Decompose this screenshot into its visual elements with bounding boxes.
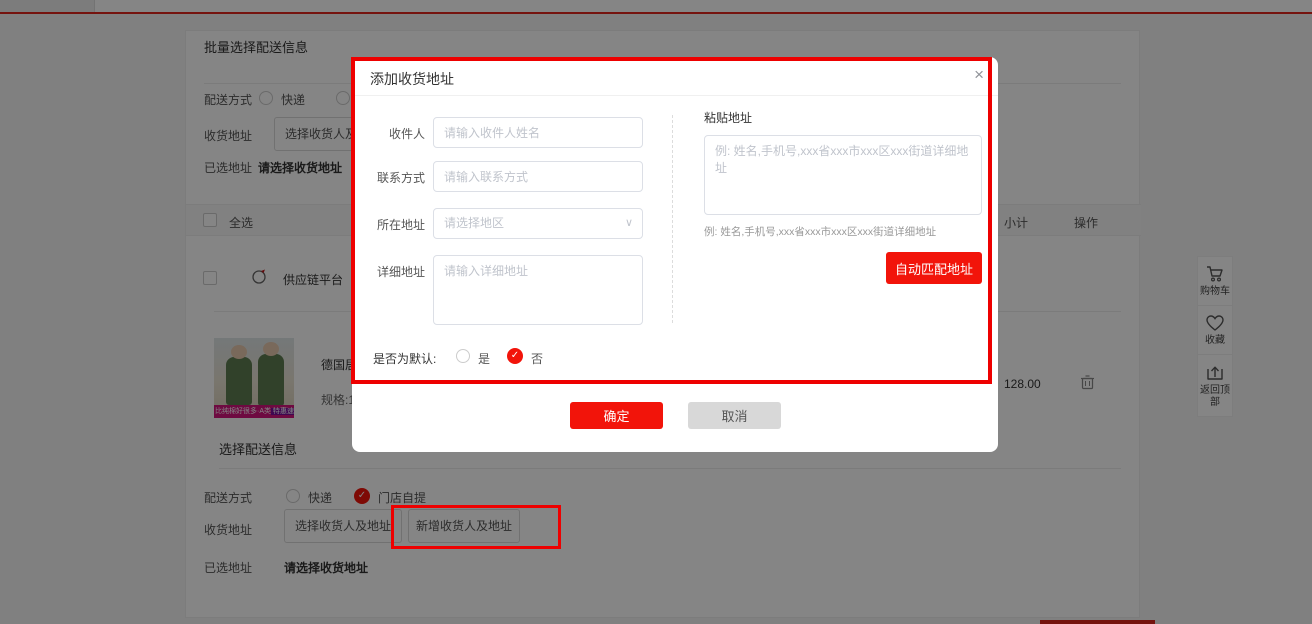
default-yes-label: 是 bbox=[478, 350, 490, 367]
region-select-value: 请选择地区 bbox=[444, 216, 504, 230]
recipient-label: 收件人 bbox=[365, 125, 425, 142]
paste-address-label: 粘贴地址 bbox=[704, 109, 752, 126]
confirm-button[interactable]: 确定 bbox=[570, 402, 663, 429]
detail-label: 详细地址 bbox=[365, 263, 425, 280]
paste-address-hint: 例: 姓名,手机号,xxx省xxx市xxx区xxx街道详细地址 bbox=[704, 224, 936, 239]
region-select[interactable]: 请选择地区 ∨ bbox=[433, 208, 643, 239]
chevron-down-icon: ∨ bbox=[625, 209, 633, 238]
default-no-label: 否 bbox=[531, 350, 543, 367]
divider bbox=[352, 95, 998, 96]
region-label: 所在地址 bbox=[365, 216, 425, 233]
paste-address-textarea[interactable] bbox=[704, 135, 982, 215]
add-address-modal: 添加收货地址 × 收件人 联系方式 所在地址 请选择地区 ∨ 详细地址 粘贴地址… bbox=[352, 57, 998, 452]
auto-match-address-button[interactable]: 自动匹配地址 bbox=[886, 252, 982, 284]
cancel-button[interactable]: 取消 bbox=[688, 402, 781, 429]
divider bbox=[672, 115, 673, 323]
detail-textarea[interactable] bbox=[433, 255, 643, 325]
contact-input[interactable] bbox=[433, 161, 643, 192]
default-yes-radio[interactable] bbox=[456, 349, 470, 363]
modal-title: 添加收货地址 bbox=[370, 69, 454, 89]
default-row-label: 是否为默认: bbox=[373, 350, 436, 367]
close-icon[interactable]: × bbox=[974, 65, 984, 85]
default-no-radio-checked[interactable]: ✓ bbox=[507, 348, 523, 364]
contact-label: 联系方式 bbox=[365, 169, 425, 186]
recipient-input[interactable] bbox=[433, 117, 643, 148]
